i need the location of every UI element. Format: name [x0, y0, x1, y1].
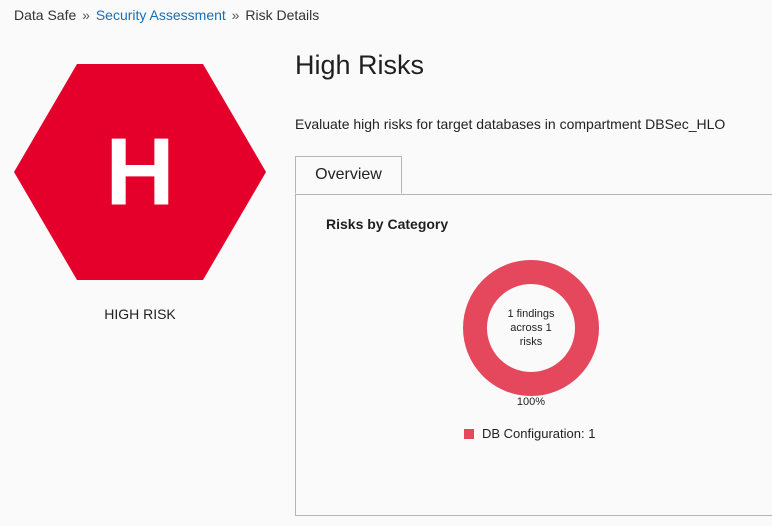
breadcrumb-security-assessment-link[interactable]: Security Assessment — [96, 7, 226, 23]
slice-percent-label: 100% — [516, 396, 546, 408]
legend-label-db-configuration[interactable]: DB Configuration: 1 — [482, 426, 595, 441]
tab-overview[interactable]: Overview — [295, 156, 402, 194]
high-risk-hexagon-icon: H — [14, 64, 266, 280]
page-title: High Risks — [295, 50, 425, 80]
legend-swatch — [464, 428, 474, 439]
center-text-line: risks — [519, 336, 543, 348]
center-text-line: across 1 — [510, 322, 552, 334]
breadcrumb: Data Safe » Security Assessment » Risk D… — [14, 7, 319, 23]
breadcrumb-separator: » — [231, 7, 240, 23]
breadcrumb-separator: » — [82, 7, 90, 23]
risk-level-caption: HIGH RISK — [104, 306, 176, 322]
overview-panel: Risks by Category 1 findings across 1 ri… — [295, 194, 772, 516]
donut-center-label: 1 findings across 1 risks — [463, 260, 599, 396]
risks-by-category-title: Risks by Category — [326, 216, 449, 232]
center-text-line: 1 findings — [507, 308, 555, 320]
risk-letter: H — [105, 119, 174, 226]
page-description: Evaluate high risks for target databases… — [295, 116, 726, 132]
chart-legend: DB Configuration: 1 — [464, 426, 595, 441]
breadcrumb-risk-details: Risk Details — [245, 7, 320, 23]
breadcrumb-data-safe: Data Safe — [14, 7, 77, 23]
